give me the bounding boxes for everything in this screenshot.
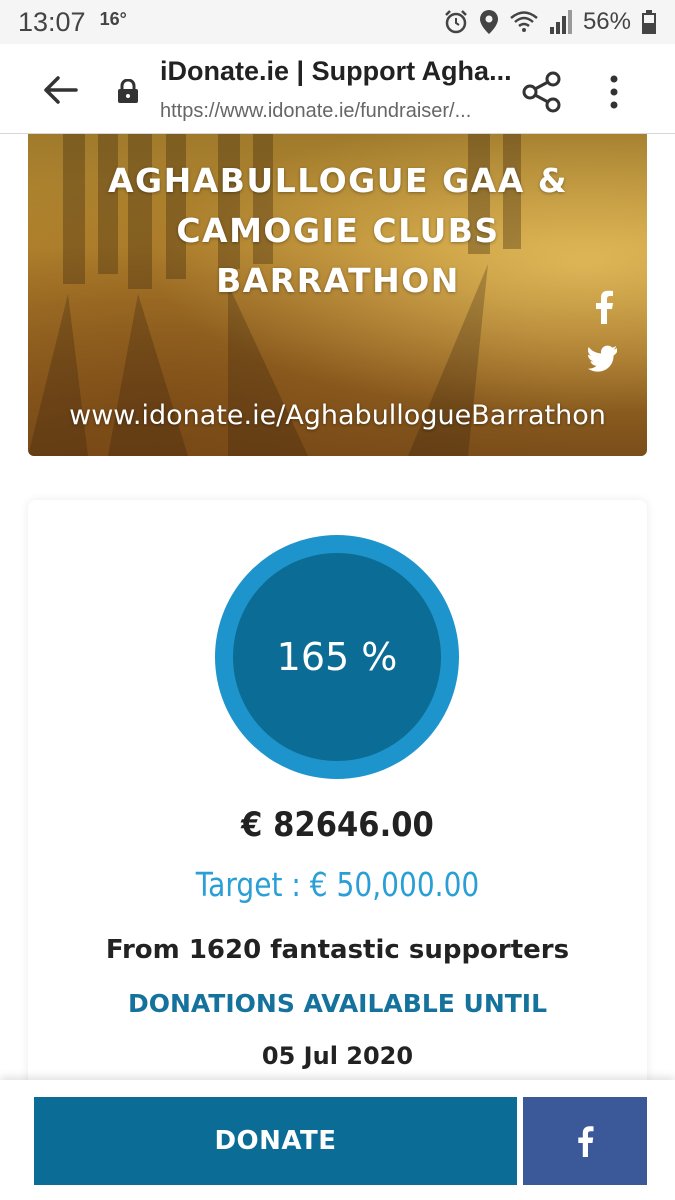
banner-title: AGHABULLOGUE GAA & CAMOGIE CLUBS BARRATH… (107, 161, 568, 300)
status-temperature: 16° (99, 8, 127, 29)
share-icon[interactable] (520, 70, 564, 114)
wifi-icon (510, 11, 538, 32)
facebook-icon[interactable] (590, 290, 618, 324)
target-amount: Target : € 50,000.00 (195, 865, 480, 904)
battery-percent: 56% (582, 8, 631, 35)
amount-raised: € 82646.00 (241, 805, 434, 845)
status-bar: 13:07 16° 56% (0, 0, 675, 44)
page-title[interactable]: iDonate.ie | Support Agha... (160, 56, 520, 87)
donate-button[interactable]: DONATE (34, 1097, 517, 1185)
fundraiser-banner: AGHABULLOGUE GAA & CAMOGIE CLUBS BARRATH… (28, 134, 647, 456)
status-icons: 56% (443, 8, 657, 36)
twitter-icon[interactable] (588, 344, 618, 372)
signal-icon (549, 10, 572, 34)
progress-circle-inner: 165 % (233, 553, 441, 761)
end-date: 05 Jul 2020 (261, 1042, 414, 1070)
url-field[interactable]: https://www.idonate.ie/fundraiser/... (160, 100, 520, 123)
facebook-share-button[interactable] (523, 1097, 647, 1185)
donations-until-label: DONATIONS AVAILABLE UNTIL (127, 989, 548, 1018)
lock-icon (118, 79, 138, 103)
alarm-icon (445, 10, 467, 34)
banner-url: www.idonate.ie/AghabullogueBarrathon (69, 400, 606, 431)
back-arrow-icon[interactable] (40, 70, 80, 110)
location-icon (479, 10, 498, 34)
bottom-action-bar: DONATE (0, 1080, 675, 1200)
progress-circle: 165 % (215, 535, 459, 779)
status-time: 13:07 (18, 6, 86, 37)
more-options-icon[interactable] (600, 72, 628, 112)
supporters-count: From 1620 fantastic supporters (105, 935, 570, 965)
facebook-icon (578, 1126, 594, 1157)
progress-percent: 165 % (276, 635, 398, 679)
fundraiser-progress-card: 165 % € 82646.00 Target : € 50,000.00 Fr… (28, 500, 647, 1100)
browser-address-bar: iDonate.ie | Support Agha... https://www… (0, 44, 675, 134)
battery-icon (642, 10, 656, 34)
